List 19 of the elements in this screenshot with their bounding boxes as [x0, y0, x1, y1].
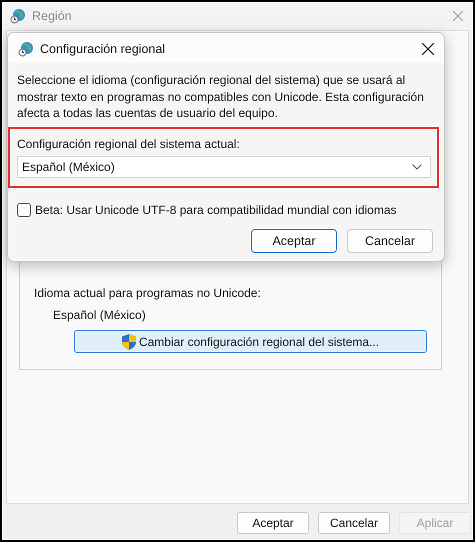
dialog-title: Configuración regional [40, 42, 166, 56]
globe-icon [10, 8, 26, 24]
locale-dropdown[interactable]: Español (México) [17, 156, 431, 178]
current-language-value: Español (México) [53, 307, 147, 323]
globe-icon [18, 41, 34, 57]
checkbox-label: Beta: Usar Unicode UTF-8 para compatibilidad mundial con idiomas [35, 202, 396, 216]
locale-label: Configuración regional del sistema actual: [17, 136, 241, 152]
chevron-down-icon [412, 164, 422, 170]
checkbox[interactable] [17, 202, 31, 216]
close-icon[interactable] [422, 43, 434, 55]
footer-button[interactable]: Aceptar [237, 512, 309, 534]
footer-button[interactable]: Cancelar [318, 512, 390, 534]
change-locale-button[interactable]: Cambiar configuración regional del sistema... [74, 330, 427, 353]
current-language-label: Idioma actual para programas no Unicode: [34, 285, 262, 301]
window-title: Región [32, 9, 73, 23]
description-text: Seleccione el idioma (configuración regional del sistema) que se usará al mostrar texto en programas no compatibles con Unicode. Esta configuración afecta a todas las cuentas de usuario del equipo. [16, 72, 425, 122]
dialog-button[interactable]: Aceptar [251, 228, 337, 252]
dialog-button[interactable]: Cancelar [347, 228, 433, 252]
shield-icon [122, 334, 136, 350]
